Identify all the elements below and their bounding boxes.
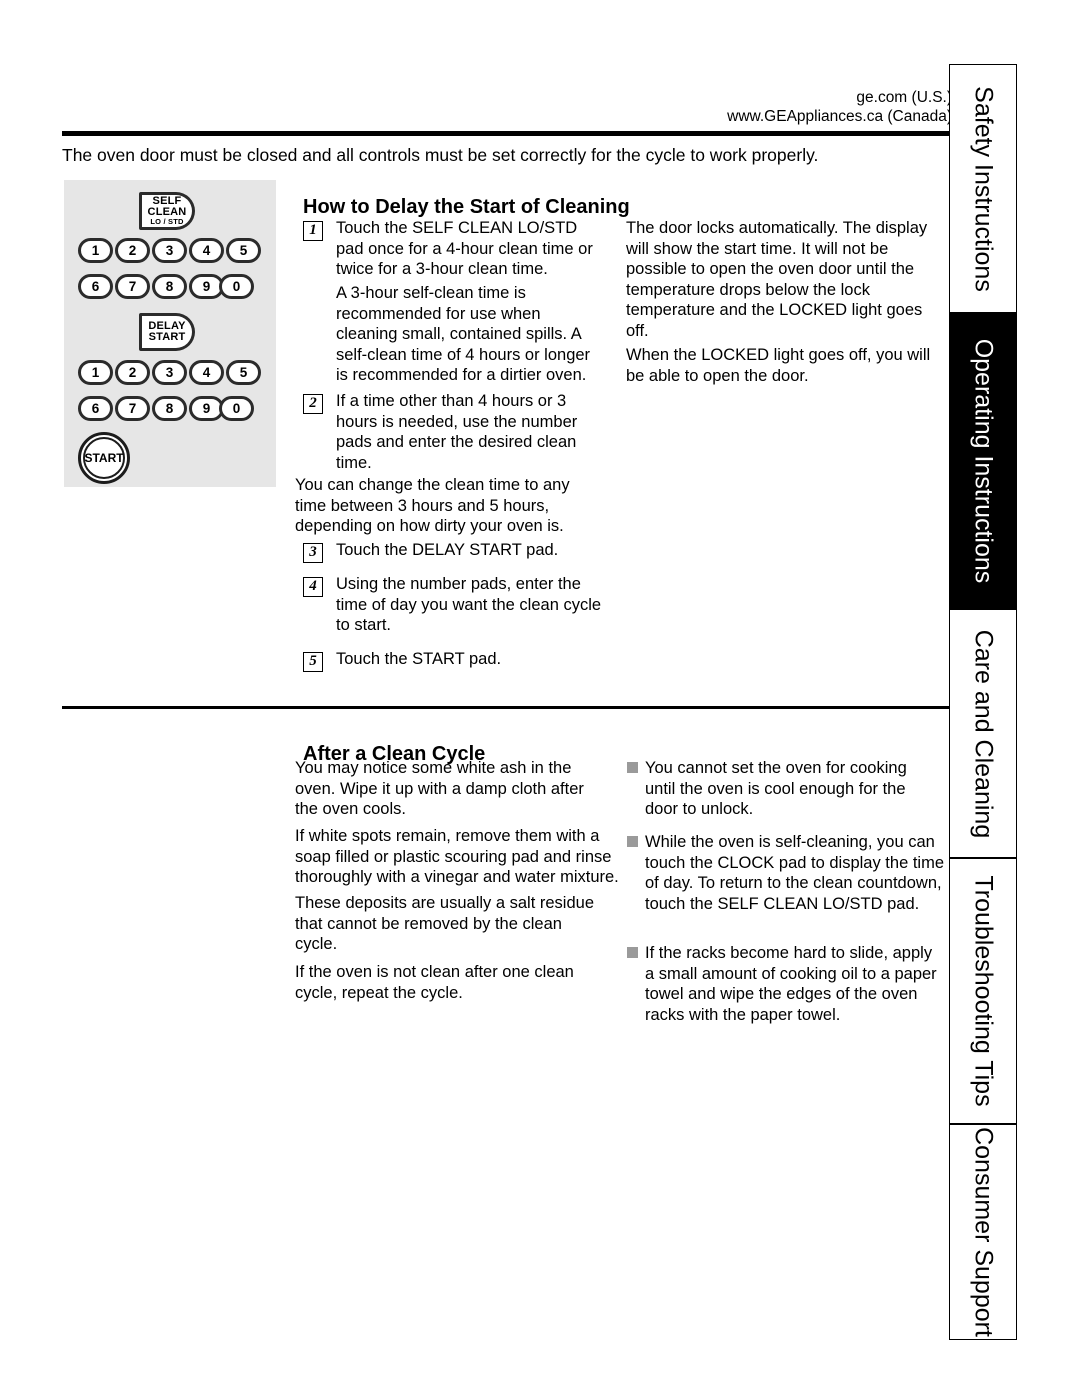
numpad-key-8-lower[interactable]: 8	[152, 396, 187, 421]
numpad-key-0[interactable]: 0	[219, 274, 254, 299]
tab-care-and-cleaning[interactable]: Care and Cleaning	[949, 609, 1017, 858]
numpad-key-1-lower[interactable]: 1	[78, 360, 113, 385]
numpad-key-6-lower[interactable]: 6	[78, 396, 113, 421]
start-key[interactable]: START	[78, 432, 130, 484]
header-divider-rule	[62, 131, 952, 136]
self-clean-key-line3: LO / STD	[150, 217, 184, 227]
numpad-row-1-5-upper: 1 2 3 4 5	[78, 238, 261, 263]
tab-consumer-support-label: Consumer Support	[969, 1127, 998, 1337]
bullet-square-icon-3	[627, 947, 638, 958]
tab-consumer-support[interactable]: Consumer Support	[949, 1124, 1017, 1340]
tab-troubleshooting-tips-label: Troubleshooting Tips	[969, 875, 998, 1107]
numpad-key-0-lower[interactable]: 0	[219, 396, 254, 421]
numpad-key-5-lower[interactable]: 5	[226, 360, 261, 385]
step-text-2: If a time other than 4 hours or 3 hours …	[336, 392, 578, 472]
section-tab-strip: Safety Instructions Operating Instructio…	[949, 64, 1017, 1340]
numpad-key-7-lower[interactable]: 7	[115, 396, 150, 421]
after-clean-paragraph-4: If the oven is not clean after one clean…	[295, 963, 574, 1002]
delay-section-title: How to Delay the Start of Cleaning	[303, 195, 630, 218]
tab-operating-instructions-label: Operating Instructions	[969, 338, 998, 584]
delay-start-key-line2: START	[148, 331, 186, 343]
section-divider-rule	[62, 706, 952, 709]
delay-right-paragraph-2: When the LOCKED light goes off, you will…	[626, 346, 931, 385]
step-number-1: 1	[303, 221, 323, 241]
step-text-1: Touch the SELF CLEAN LO/STD pad once for…	[336, 219, 593, 278]
delay-start-key[interactable]: DELAY START	[139, 313, 195, 351]
step-text-3: Touch the DELAY START pad.	[336, 541, 559, 559]
tab-troubleshooting-tips[interactable]: Troubleshooting Tips	[949, 858, 1017, 1124]
numpad-key-2-lower[interactable]: 2	[115, 360, 150, 385]
numpad-key-1[interactable]: 1	[78, 238, 113, 263]
bullet-square-icon-2	[627, 836, 638, 847]
after-clean-bullet-1: You cannot set the oven for cooking unti…	[645, 759, 907, 818]
numpad-key-4-lower[interactable]: 4	[189, 360, 224, 385]
step-text-5: Touch the START pad.	[336, 650, 502, 668]
intro-paragraph: The oven door must be closed and all con…	[62, 145, 819, 165]
numpad-key-6[interactable]: 6	[78, 274, 113, 299]
after-clean-bullet-2: While the oven is self-cleaning, you can…	[645, 833, 944, 913]
numpad-row-1-5-lower: 1 2 3 4 5	[78, 360, 261, 385]
step-text-4: Using the number pads, enter the time of…	[336, 575, 602, 634]
numpad-key-5[interactable]: 5	[226, 238, 261, 263]
numpad-key-3-lower[interactable]: 3	[152, 360, 187, 385]
tab-care-and-cleaning-label: Care and Cleaning	[969, 629, 998, 838]
delay-note-1: A 3-hour self-clean time is recommended …	[336, 284, 591, 384]
after-clean-paragraph-1: You may notice some white ash in the ove…	[295, 759, 584, 818]
delay-right-paragraph-1: The door locks automatically. The displa…	[626, 219, 928, 340]
step-number-2: 2	[303, 394, 323, 414]
after-clean-paragraph-2: If white spots remain, remove them with …	[295, 827, 619, 886]
bullet-square-icon-1	[627, 762, 638, 773]
step-number-3: 3	[303, 543, 323, 563]
delay-note-2: You can change the clean time to any tim…	[295, 476, 570, 535]
tab-safety-instructions-label: Safety Instructions	[969, 85, 998, 292]
tab-operating-instructions[interactable]: Operating Instructions	[949, 313, 1017, 609]
numpad-key-7[interactable]: 7	[115, 274, 150, 299]
numpad-key-2[interactable]: 2	[115, 238, 150, 263]
after-clean-bullet-3: If the racks become hard to slide, apply…	[645, 944, 937, 1024]
numpad-row-6-0-lower: 6 7 8 9 0	[78, 396, 254, 421]
header-urls: ge.com (U.S.) www.GEAppliances.ca (Canad…	[600, 88, 952, 126]
numpad-row-6-0-upper: 6 7 8 9 0	[78, 274, 254, 299]
numpad-key-3[interactable]: 3	[152, 238, 187, 263]
step-number-5: 5	[303, 652, 323, 672]
tab-safety-instructions[interactable]: Safety Instructions	[949, 64, 1017, 313]
start-key-label: START	[83, 437, 125, 479]
numpad-key-4[interactable]: 4	[189, 238, 224, 263]
self-clean-lo-std-key[interactable]: SELF CLEAN LO / STD	[139, 192, 195, 230]
step-number-4: 4	[303, 577, 323, 597]
numpad-key-8[interactable]: 8	[152, 274, 187, 299]
url-canada: www.GEAppliances.ca (Canada)	[727, 108, 952, 125]
url-us: ge.com (U.S.)	[856, 89, 952, 106]
after-clean-paragraph-3: These deposits are usually a salt residu…	[295, 894, 594, 953]
